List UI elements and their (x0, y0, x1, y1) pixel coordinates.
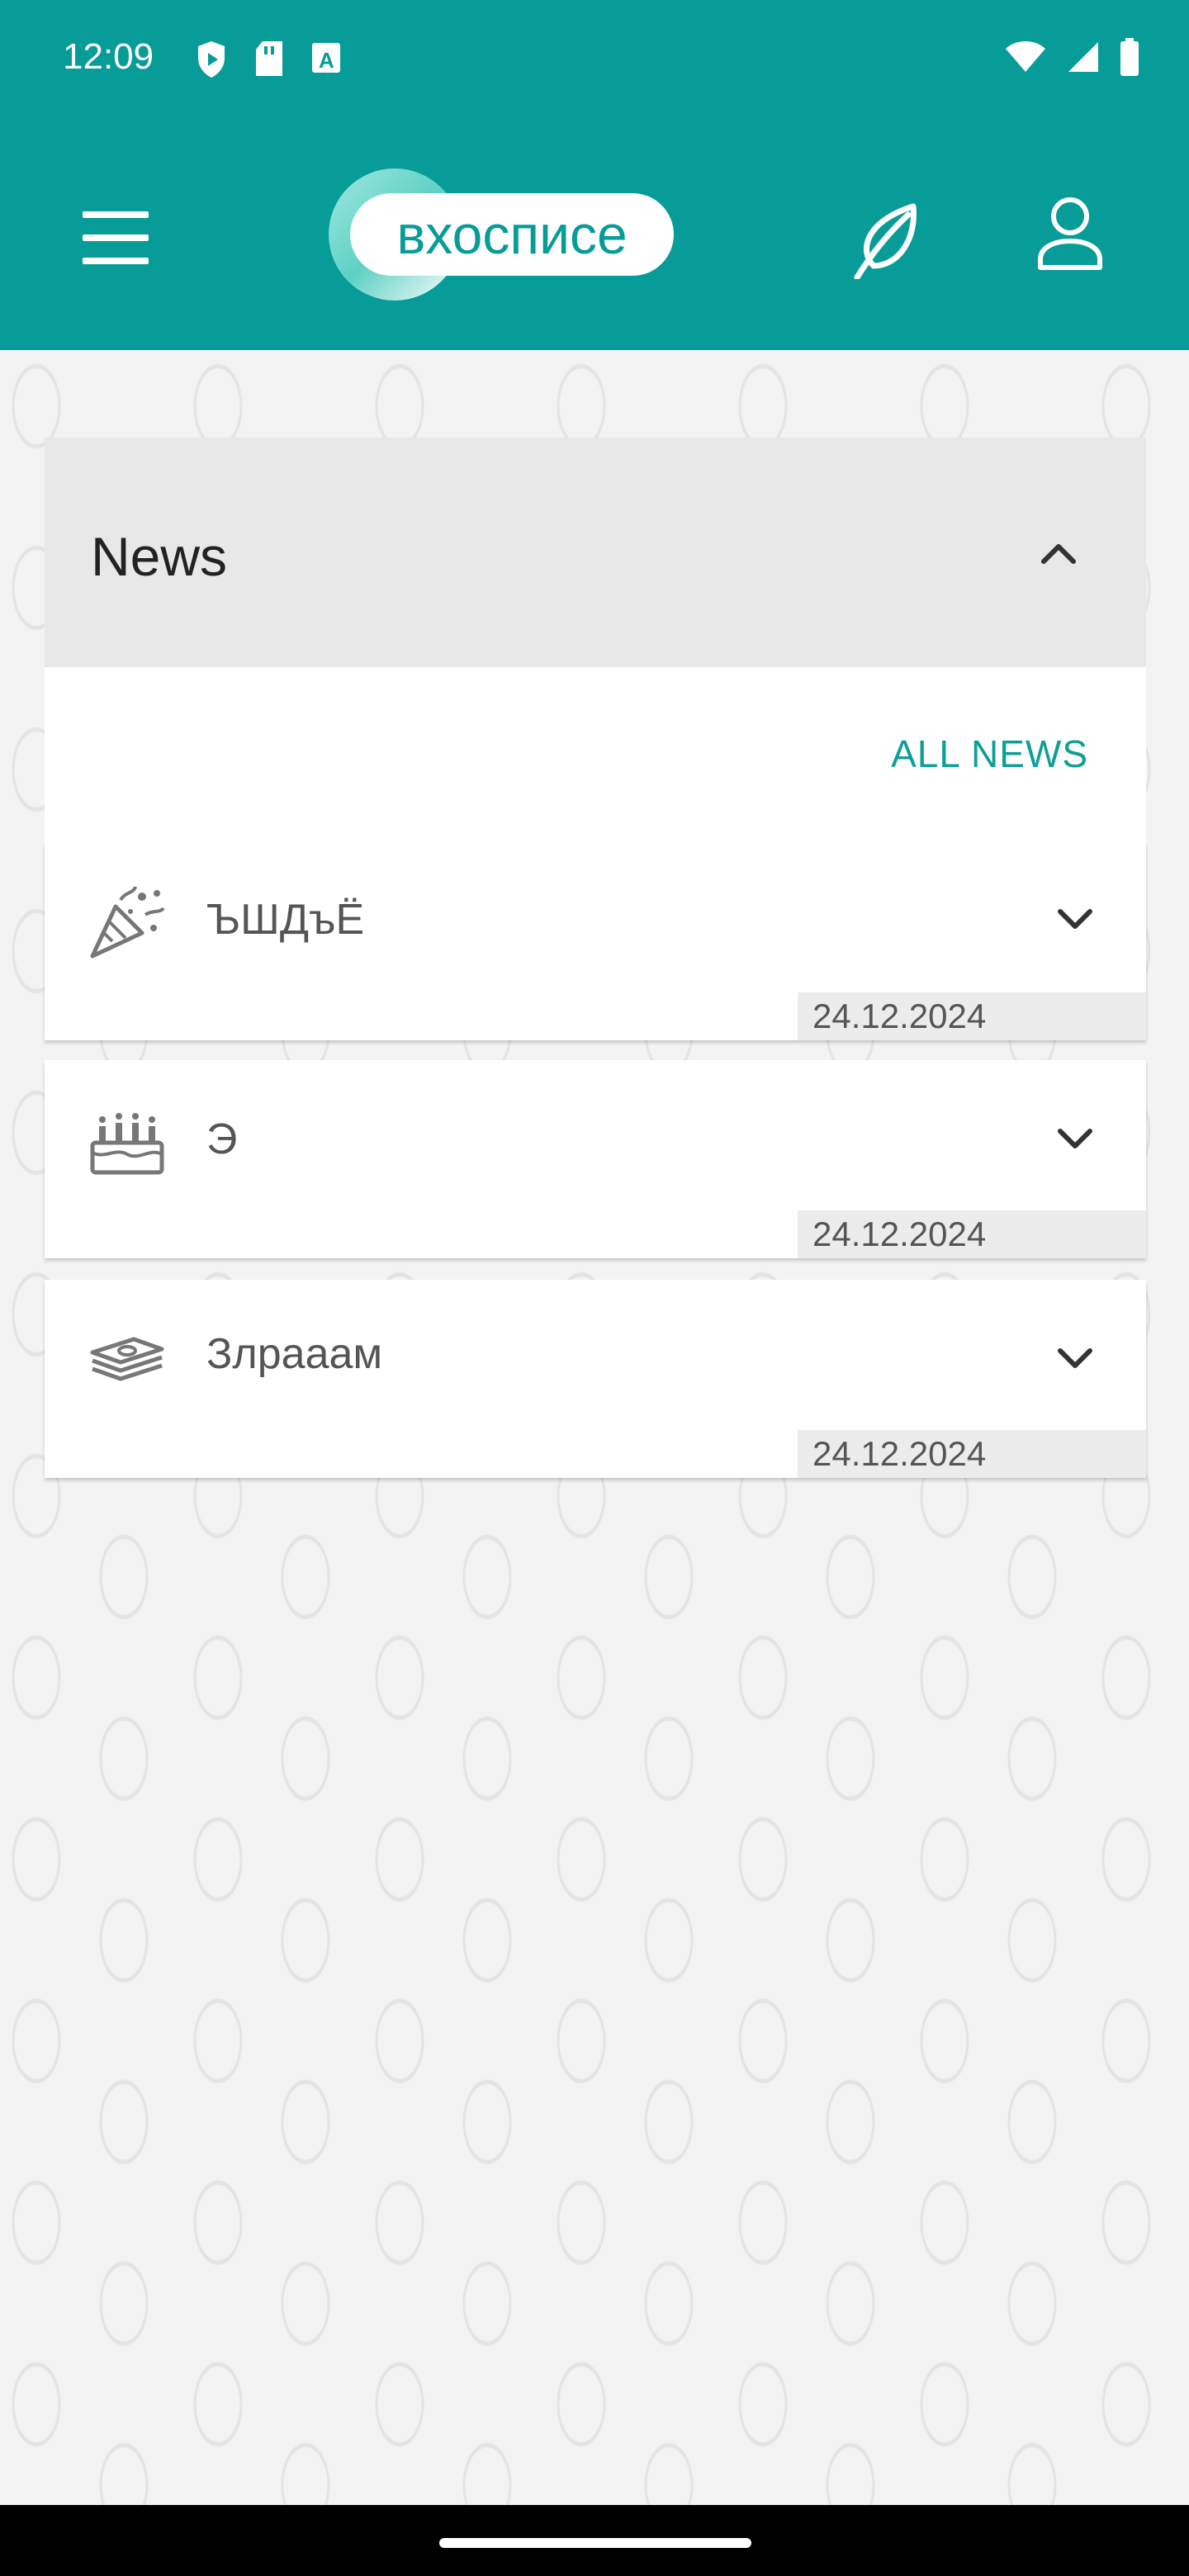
chevron-down-icon[interactable] (1052, 1336, 1098, 1382)
app-logo[interactable]: вхосписе (329, 168, 675, 301)
home-gesture-handle[interactable] (439, 2538, 751, 2548)
shield-icon (198, 41, 225, 78)
news-section: News ALL NEWS (45, 438, 1146, 857)
news-item[interactable]: ЪШДъЁ 24.12.2024 (45, 842, 1146, 1040)
status-time: 12:09 (63, 36, 154, 77)
sd-card-icon (256, 41, 282, 76)
signal-icon (1068, 42, 1098, 72)
svg-text:A: A (319, 48, 334, 73)
chevron-down-icon[interactable] (1052, 897, 1098, 943)
party-popper-icon (90, 886, 165, 959)
news-item-date: 24.12.2024 (798, 992, 1146, 1040)
wifi-icon (1006, 41, 1045, 72)
menu-icon[interactable] (79, 206, 152, 269)
status-icons-left: A (195, 40, 342, 79)
navigation-bar (0, 2505, 1189, 2576)
news-item-date: 24.12.2024 (798, 1210, 1146, 1258)
all-news-button[interactable]: ALL NEWS (891, 732, 1088, 776)
user-icon[interactable] (1035, 195, 1105, 271)
chevron-up-icon[interactable] (1035, 530, 1082, 576)
news-item-title: Э (206, 1115, 238, 1163)
news-item-date: 24.12.2024 (798, 1430, 1146, 1478)
chevron-down-icon[interactable] (1052, 1116, 1098, 1163)
news-header[interactable]: News (45, 438, 1146, 667)
battery-icon (1120, 38, 1139, 76)
money-stack-icon (90, 1337, 164, 1381)
news-item-title: Злрааам (206, 1330, 383, 1378)
logo-pill: вхосписе (350, 193, 674, 276)
status-bar: 12:09 A (0, 0, 1189, 119)
news-item[interactable]: Злрааам 24.12.2024 (45, 1280, 1146, 1478)
app-bar: вхосписе (0, 119, 1189, 350)
cake-icon (90, 1113, 164, 1175)
news-body: ALL NEWS (45, 667, 1146, 857)
leaf-icon[interactable] (850, 197, 925, 279)
news-item[interactable]: Э 24.12.2024 (45, 1060, 1146, 1258)
logo-text: вхосписе (396, 204, 628, 265)
text-a-icon: A (312, 43, 340, 73)
news-title: News (91, 526, 228, 587)
news-item-title: ЪШДъЁ (206, 896, 365, 944)
status-icons-right (1004, 38, 1139, 76)
